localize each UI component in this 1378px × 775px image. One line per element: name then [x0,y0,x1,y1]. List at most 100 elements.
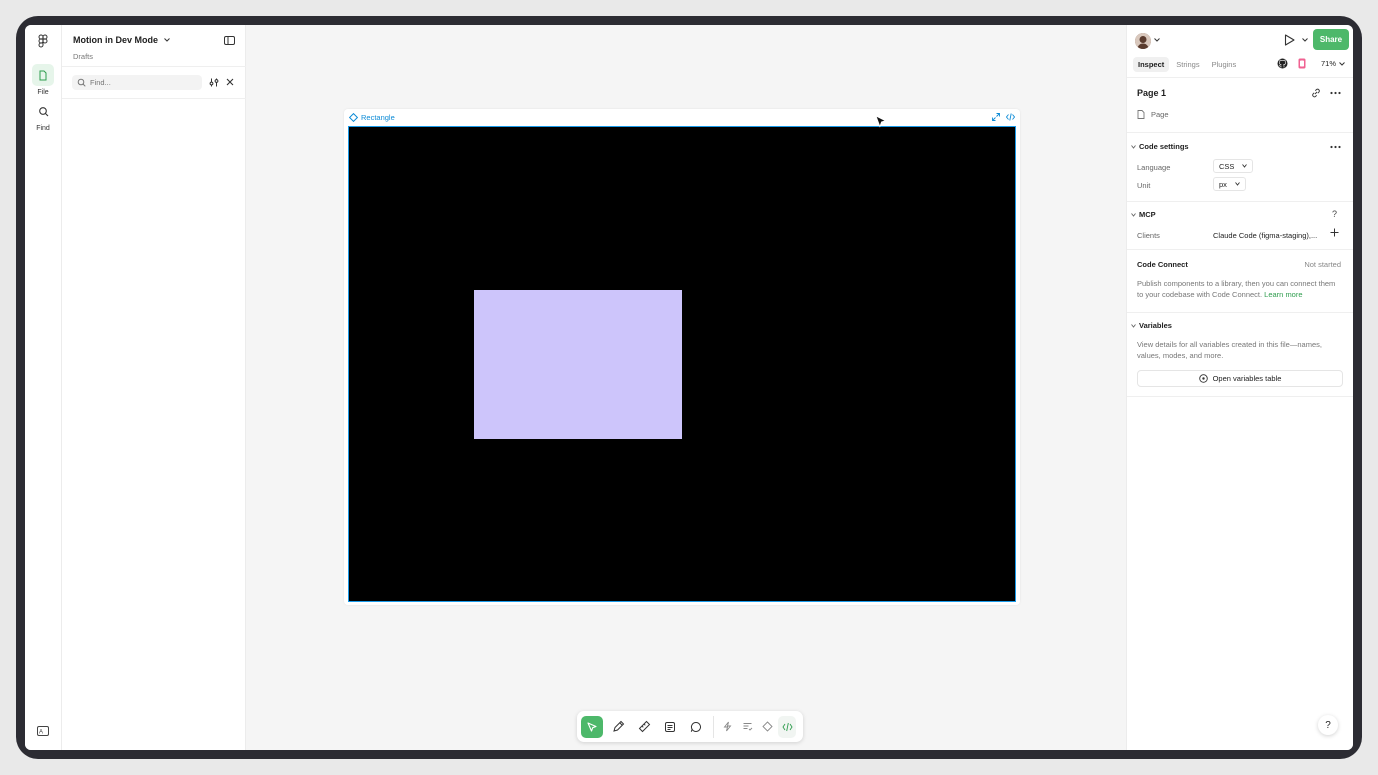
pointer-icon [587,721,597,732]
figma-logo-icon[interactable] [36,34,50,48]
plugin-app-icon[interactable] [1298,58,1306,69]
ready-for-dev-button[interactable] [738,716,756,738]
help-button[interactable]: ? [1318,715,1338,735]
divider [1127,201,1353,202]
frame-container: Rectangle [344,109,1020,605]
sidebar-toggle-icon[interactable] [224,36,235,45]
rail-find-label: Find [36,125,50,132]
filter-sliders-icon[interactable] [209,78,219,87]
unit-label: Unit [1137,181,1151,190]
code-icon[interactable] [1006,113,1015,121]
lavender-rectangle[interactable] [474,290,682,439]
divider [62,98,246,99]
user-avatar-icon [1135,33,1151,49]
divider [1127,132,1353,133]
open-variables-table-button[interactable]: Open variables table [1137,370,1343,387]
chevron-down-icon [1131,212,1136,217]
search-icon [77,78,86,87]
device-bezel: File Find A Motion in Dev Mode Drafts Fi… [16,16,1362,759]
expand-icon[interactable] [992,113,1000,121]
file-icon [32,64,54,86]
comment-icon [690,721,701,732]
divider [1127,312,1353,313]
toolbar-divider [713,715,714,738]
components-button[interactable] [758,716,776,738]
pen-icon [612,720,624,732]
move-tool-button[interactable] [581,715,603,738]
fonts-icon[interactable]: A [37,726,49,736]
rail-file-button[interactable]: File [31,64,55,96]
rail-find-button[interactable]: Find [31,100,55,132]
canvas[interactable]: Rectangle [246,25,1126,750]
share-button[interactable]: Share [1313,29,1349,50]
tab-inspect[interactable]: Inspect [1133,57,1170,72]
search-input[interactable] [90,78,190,87]
inspect-tabs: Inspect Strings Plugins [1133,57,1241,72]
frame-label-text: Rectangle [361,113,395,122]
play-icon[interactable] [1284,34,1295,46]
chevron-down-icon[interactable] [1154,38,1160,42]
divider [62,66,246,67]
more-icon[interactable] [1330,88,1341,98]
github-icon[interactable] [1277,58,1288,69]
clients-value[interactable]: Claude Code (figma-staging),... [1213,231,1317,240]
page-title: Page 1 [1137,88,1167,98]
close-icon[interactable] [226,78,234,86]
mcp-header[interactable]: MCP [1131,210,1156,219]
inspect-panel: Share Inspect Strings Plugins 71% Page 1 [1126,25,1353,750]
search-icon [32,100,54,122]
inspect-tool-button[interactable] [718,716,736,738]
chevron-down-icon [1131,323,1136,328]
file-title-dropdown[interactable]: Motion in Dev Mode [73,35,170,45]
code-icon [781,722,793,731]
chevron-down-icon[interactable] [1302,38,1308,42]
code-connect-heading: Code Connect [1137,260,1188,269]
annotate-tool-button[interactable] [659,716,681,738]
file-location[interactable]: Drafts [73,52,93,61]
divider [1127,77,1353,78]
code-settings-heading: Code settings [1139,142,1189,151]
link-icon[interactable] [1311,88,1321,98]
language-value: CSS [1219,161,1235,171]
mouse-cursor-icon [875,115,887,128]
chevron-down-icon [1235,182,1240,186]
language-label: Language [1137,163,1171,172]
zoom-dropdown[interactable]: 71% [1321,59,1345,68]
code-view-button[interactable] [778,715,796,738]
measure-tool-button[interactable] [633,716,655,738]
chevron-down-icon [1131,144,1136,149]
frame-label[interactable]: Rectangle [349,113,395,122]
code-connect-status: Not started [1304,260,1341,269]
plus-icon[interactable] [1330,228,1339,237]
variables-heading: Variables [1139,321,1172,330]
variables-header[interactable]: Variables [1131,321,1172,330]
help-icon[interactable]: ? [1332,209,1337,219]
list-check-icon [743,723,752,731]
chevron-down-icon [1242,164,1248,168]
pen-tool-button[interactable] [607,716,629,738]
code-settings-header[interactable]: Code settings [1131,142,1189,151]
svg-text:A: A [39,730,43,736]
search-field[interactable] [72,75,202,90]
unit-value: px [1219,179,1227,189]
rectangle-frame[interactable] [348,126,1016,602]
tab-strings[interactable]: Strings [1171,57,1204,72]
app-window: File Find A Motion in Dev Mode Drafts Fi… [25,25,1353,750]
mcp-heading: MCP [1139,210,1156,219]
comment-tool-button[interactable] [685,716,707,738]
page-type: Page [1137,110,1169,119]
left-rail: File Find A [25,25,62,750]
layers-panel: Motion in Dev Mode Drafts [62,25,246,750]
component-icon [761,721,773,732]
divider [1127,249,1353,250]
code-connect-description: Publish components to a library, then yo… [1137,278,1337,300]
avatar[interactable] [1135,33,1151,49]
tab-plugins[interactable]: Plugins [1207,57,1242,72]
learn-more-link[interactable]: Learn more [1264,290,1302,299]
language-select[interactable]: CSS [1213,159,1254,173]
more-icon[interactable] [1330,142,1341,152]
frame-tools [992,113,1015,121]
variables-icon [1198,374,1208,383]
unit-select[interactable]: px [1213,177,1246,191]
bottom-toolbar [577,711,803,742]
